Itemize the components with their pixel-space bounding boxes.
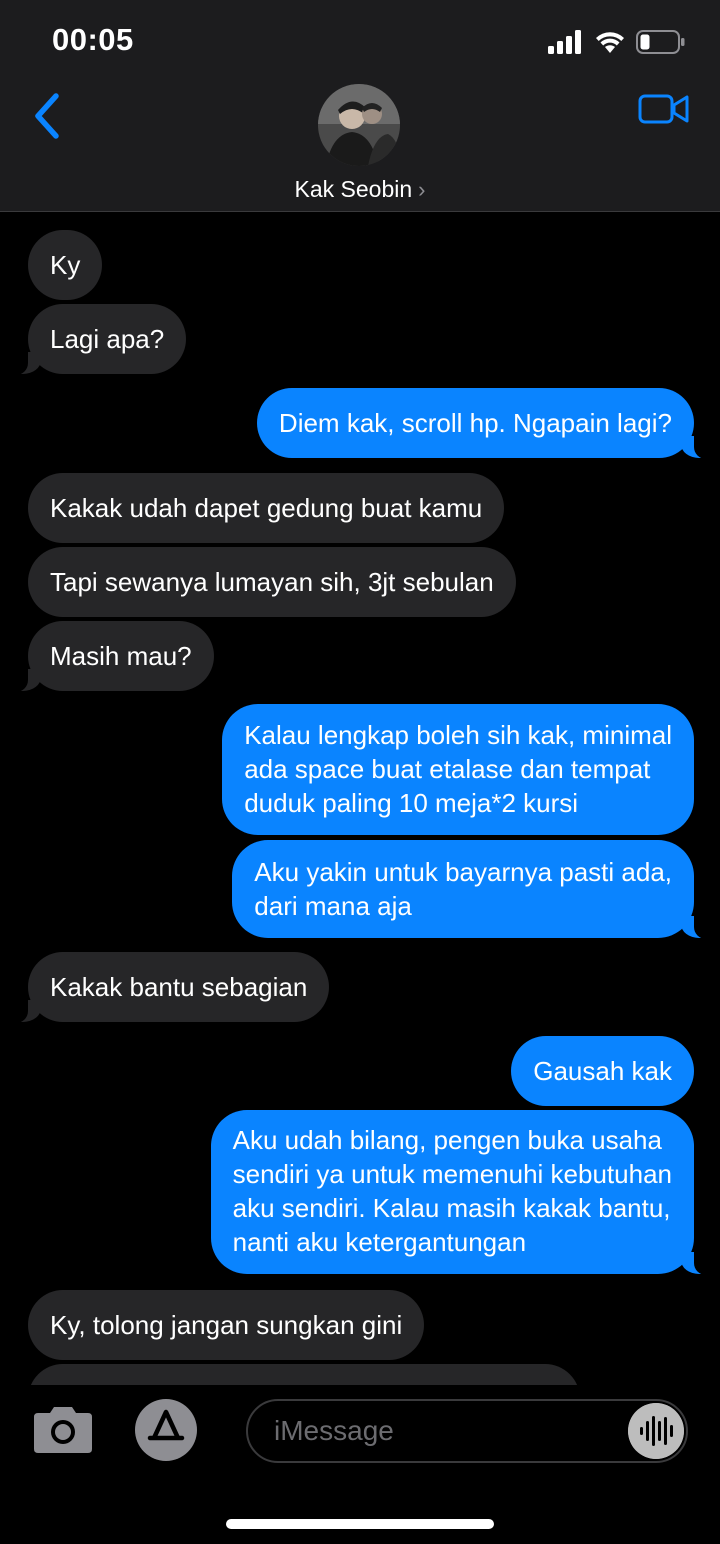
audio-message-icon[interactable] xyxy=(628,1403,684,1459)
contact-avatar[interactable] xyxy=(318,84,400,166)
back-chevron-icon[interactable] xyxy=(28,90,68,142)
message-incoming[interactable]: Masih mau? xyxy=(4,621,214,692)
camera-icon[interactable] xyxy=(30,1405,96,1455)
message-incoming[interactable]: Ky xyxy=(28,230,103,300)
message-incoming[interactable]: Ky, tolong jangan sungkan gini xyxy=(28,1290,425,1360)
message-input[interactable]: iMessage xyxy=(246,1399,688,1463)
message-outgoing[interactable]: Aku yakin untuk bayarnya pasti ada, dari… xyxy=(232,840,718,939)
signal-icon xyxy=(548,30,581,54)
message-input-placeholder: iMessage xyxy=(274,1415,394,1446)
app-store-icon[interactable] xyxy=(134,1398,204,1462)
message-incoming[interactable]: Lagi apa? xyxy=(3,304,187,375)
home-indicator[interactable] xyxy=(226,1519,494,1529)
status-time: 00:05 xyxy=(52,22,134,57)
status-icons xyxy=(548,26,686,58)
message-incoming[interactable]: Tapi sewanya lumayan sih, 3jt sebulan xyxy=(28,547,516,617)
contact-name: Kak Seobin xyxy=(294,176,413,202)
message-incoming-partial[interactable] xyxy=(28,1364,580,1385)
message-outgoing[interactable]: Gausah kak xyxy=(511,1036,694,1106)
message-list[interactable]: Ky Lagi apa? Diem kak, scroll hp. Ngapai… xyxy=(0,212,720,1385)
chevron-right-icon: › xyxy=(418,177,426,202)
message-incoming[interactable]: Kakak bantu sebagian xyxy=(3,952,330,1023)
wifi-icon xyxy=(596,32,624,53)
conversation-header: Kak Seobin › xyxy=(0,84,720,212)
video-call-icon[interactable] xyxy=(638,90,690,128)
battery-icon xyxy=(636,30,685,54)
message-outgoing[interactable]: Aku udah bilang, pengen buka usaha sendi… xyxy=(210,1110,719,1275)
message-incoming[interactable]: Kakak udah dapet gedung buat kamu xyxy=(28,473,505,543)
status-bar: 00:05 xyxy=(0,0,720,84)
message-outgoing[interactable]: Diem kak, scroll hp. Ngapain lagi? xyxy=(256,388,719,459)
message-outgoing[interactable]: Kalau lengkap boleh sih kak, minimal ada… xyxy=(222,704,694,835)
contact-name-button[interactable]: Kak Seobin › xyxy=(0,176,720,203)
